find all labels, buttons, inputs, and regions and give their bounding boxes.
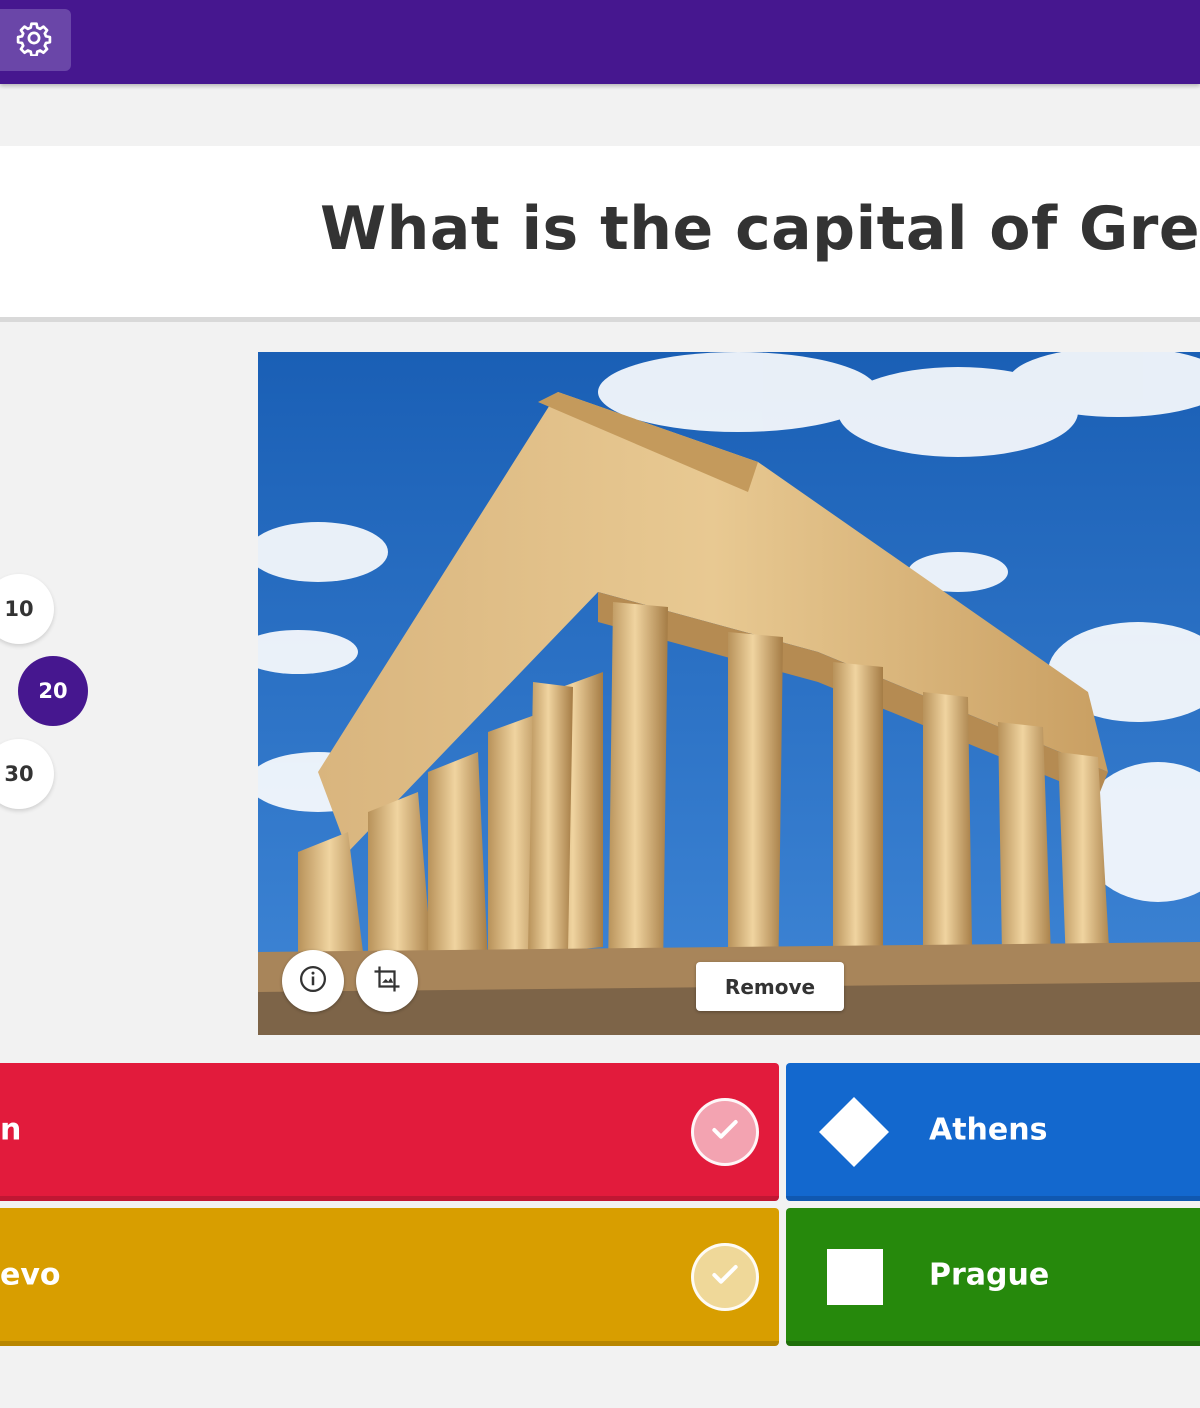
answer-2[interactable]: Athens [786, 1063, 1200, 1201]
top-bar [0, 0, 1200, 84]
parthenon-image [258, 352, 1200, 1035]
time-limit-30[interactable]: 30 [0, 739, 54, 809]
answer-1[interactable]: n [0, 1063, 779, 1201]
question-image: Remove [258, 352, 1200, 1035]
info-icon [298, 964, 328, 998]
answer-2-text[interactable]: Athens [929, 1112, 1047, 1147]
gear-icon [16, 20, 52, 60]
answer-3-correct-toggle[interactable] [691, 1243, 759, 1311]
answer-1-text[interactable]: n [0, 1112, 21, 1147]
image-edit-button[interactable] [356, 950, 418, 1012]
remove-image-button[interactable]: Remove [696, 962, 844, 1011]
check-icon [709, 1114, 741, 1150]
time-limit-10[interactable]: 10 [0, 574, 54, 644]
diamond-icon [819, 1097, 889, 1167]
answer-4-text[interactable]: Prague [929, 1257, 1049, 1292]
answer-3-text[interactable]: evo [0, 1257, 61, 1292]
answer-3[interactable]: evo [0, 1208, 779, 1346]
square-icon [827, 1249, 883, 1305]
answer-1-correct-toggle[interactable] [691, 1098, 759, 1166]
question-title[interactable]: What is the capital of Greece? [320, 194, 1200, 264]
check-icon [709, 1259, 741, 1295]
answer-4[interactable]: Prague [786, 1208, 1200, 1346]
crop-image-icon [372, 964, 402, 998]
question-card[interactable]: What is the capital of Greece? [0, 146, 1200, 322]
image-info-button[interactable] [282, 950, 344, 1012]
time-limit-20[interactable]: 20 [18, 656, 88, 726]
settings-button[interactable] [0, 9, 71, 71]
